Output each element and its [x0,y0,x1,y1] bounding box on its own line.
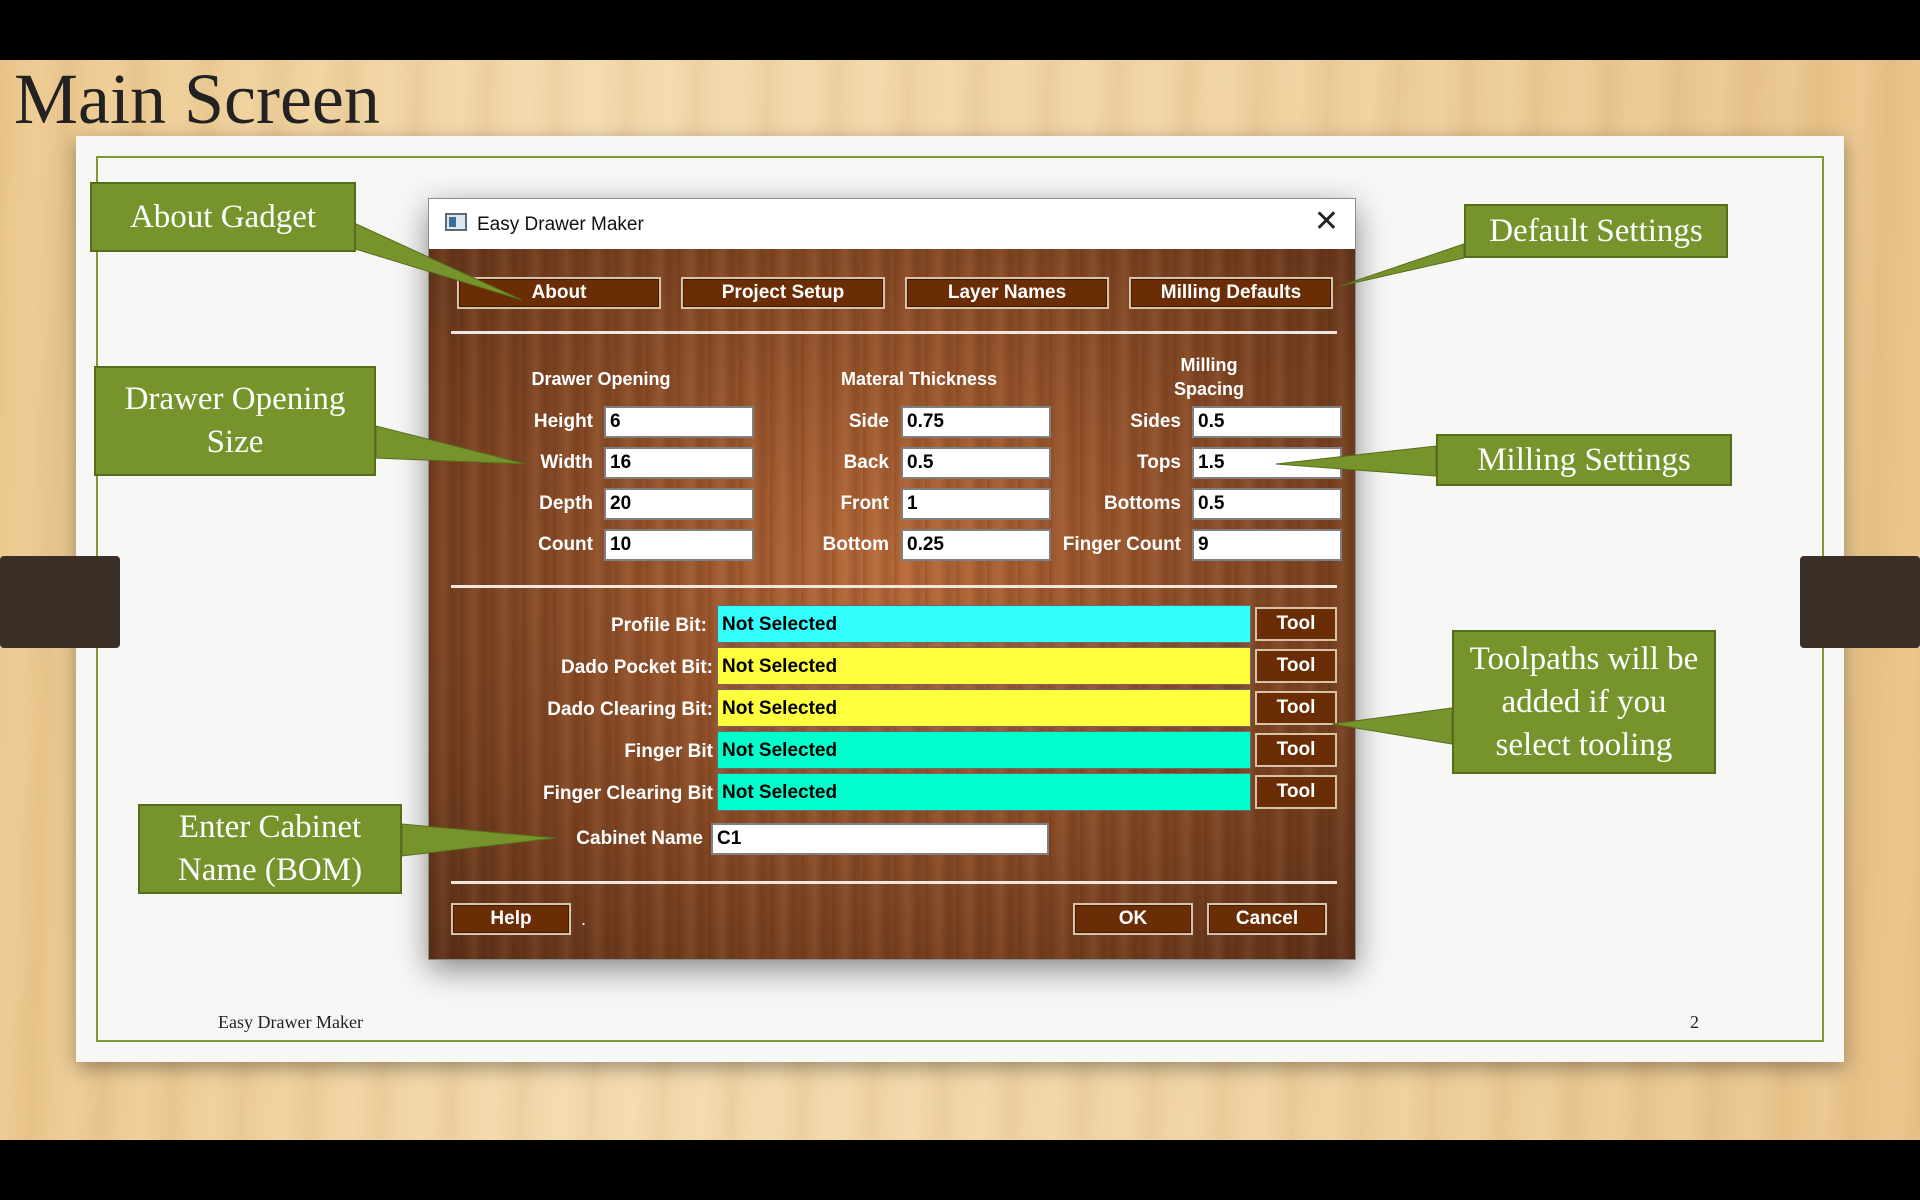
callout-enter-cabinet-name: Enter Cabinet Name (BOM) [138,804,402,894]
callout-about-gadget: About Gadget [90,182,356,252]
cabinet-pointer [401,823,557,857]
callout-drawer-opening-size: Drawer Opening Size [94,366,376,476]
about-pointer [351,221,523,301]
toolpaths-pointer [1331,707,1453,745]
callout-toolpaths: Toolpaths will be added if you select to… [1452,630,1716,774]
callout-milling-settings: Milling Settings [1436,434,1732,486]
callout-default-settings: Default Settings [1464,204,1728,258]
drawer-opening-pointer [375,425,527,465]
callout-pointers [351,221,1465,857]
milling-settings-pointer [1275,445,1437,477]
default-settings-pointer [1339,243,1465,287]
